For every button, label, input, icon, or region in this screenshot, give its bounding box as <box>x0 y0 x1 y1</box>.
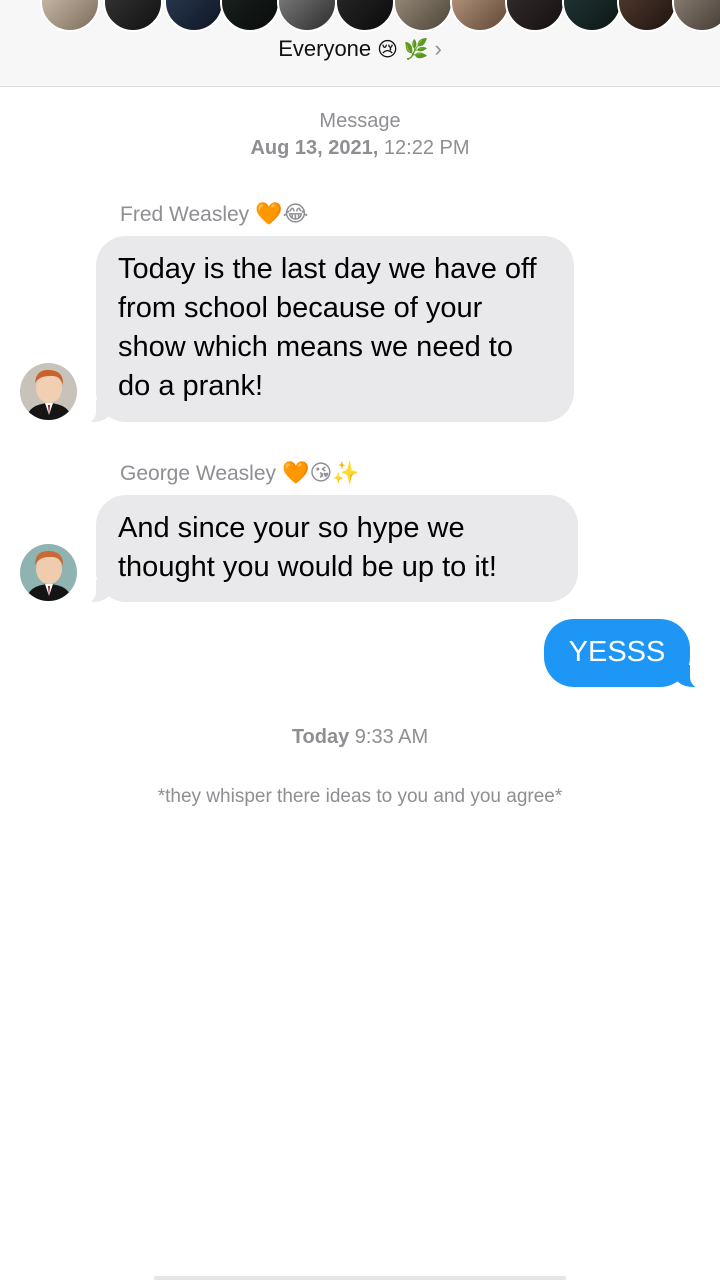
participant-avatar <box>562 0 622 32</box>
timestamp-day: Today <box>291 726 350 748</box>
chevron-right-icon: › <box>434 36 442 61</box>
group-name: Everyone <box>278 36 372 61</box>
timestamp-today: Today 9:33 AM <box>0 726 720 749</box>
participant-avatar <box>450 0 510 32</box>
group-avatars[interactable] <box>0 0 720 34</box>
participant-avatar <box>617 0 677 32</box>
participant-avatar <box>220 0 280 32</box>
message-text: Today is the last day we have off from s… <box>118 253 537 402</box>
george-avatar[interactable] <box>20 544 77 601</box>
timestamp-time: 12:22 PM <box>383 137 470 159</box>
sender-name-george: George Weasley 🧡😘✨ <box>120 460 360 486</box>
message-bubble-incoming[interactable]: And since your so hype we thought you wo… <box>70 495 578 604</box>
timestamp-day: Aug 13, 2021, <box>250 137 379 159</box>
sender-label: Fred Weasley <box>120 203 250 226</box>
conversation-header: Everyone 😢 🌿 › <box>0 0 720 87</box>
sender-emoji: 🧡😂 <box>255 201 309 226</box>
timestamp-date: Aug 13, 2021, 12:22 PM <box>0 137 720 160</box>
message-text: And since your so hype we thought you wo… <box>118 512 497 583</box>
fred-avatar[interactable] <box>20 363 77 420</box>
sender-label: George Weasley <box>120 462 277 485</box>
sender-name-fred: Fred Weasley 🧡😂 <box>120 201 308 227</box>
participant-avatar <box>335 0 395 32</box>
participant-avatar <box>505 0 565 32</box>
message-bubble-incoming[interactable]: Today is the last day we have off from s… <box>70 236 574 424</box>
timestamp-time: 9:33 AM <box>354 726 429 748</box>
participant-avatar <box>393 0 453 32</box>
participant-avatar <box>672 0 720 32</box>
group-name-button[interactable]: Everyone 😢 🌿 › <box>0 36 720 62</box>
message-text: YESSS <box>568 636 666 668</box>
avatar-icon <box>20 363 77 420</box>
narration-text: *they whisper there ideas to you and you… <box>157 786 563 807</box>
message-bubble-outgoing[interactable]: YESSS <box>544 619 716 689</box>
group-name-emoji: 😢 🌿 <box>377 39 429 61</box>
avatar-icon <box>20 544 77 601</box>
participant-avatar <box>164 0 224 32</box>
timestamp-service: Message <box>319 110 401 132</box>
sender-emoji: 🧡😘✨ <box>282 460 360 485</box>
participant-avatar <box>40 0 100 32</box>
participant-avatar <box>103 0 163 32</box>
home-indicator[interactable] <box>154 1276 566 1280</box>
participant-avatar <box>277 0 337 32</box>
